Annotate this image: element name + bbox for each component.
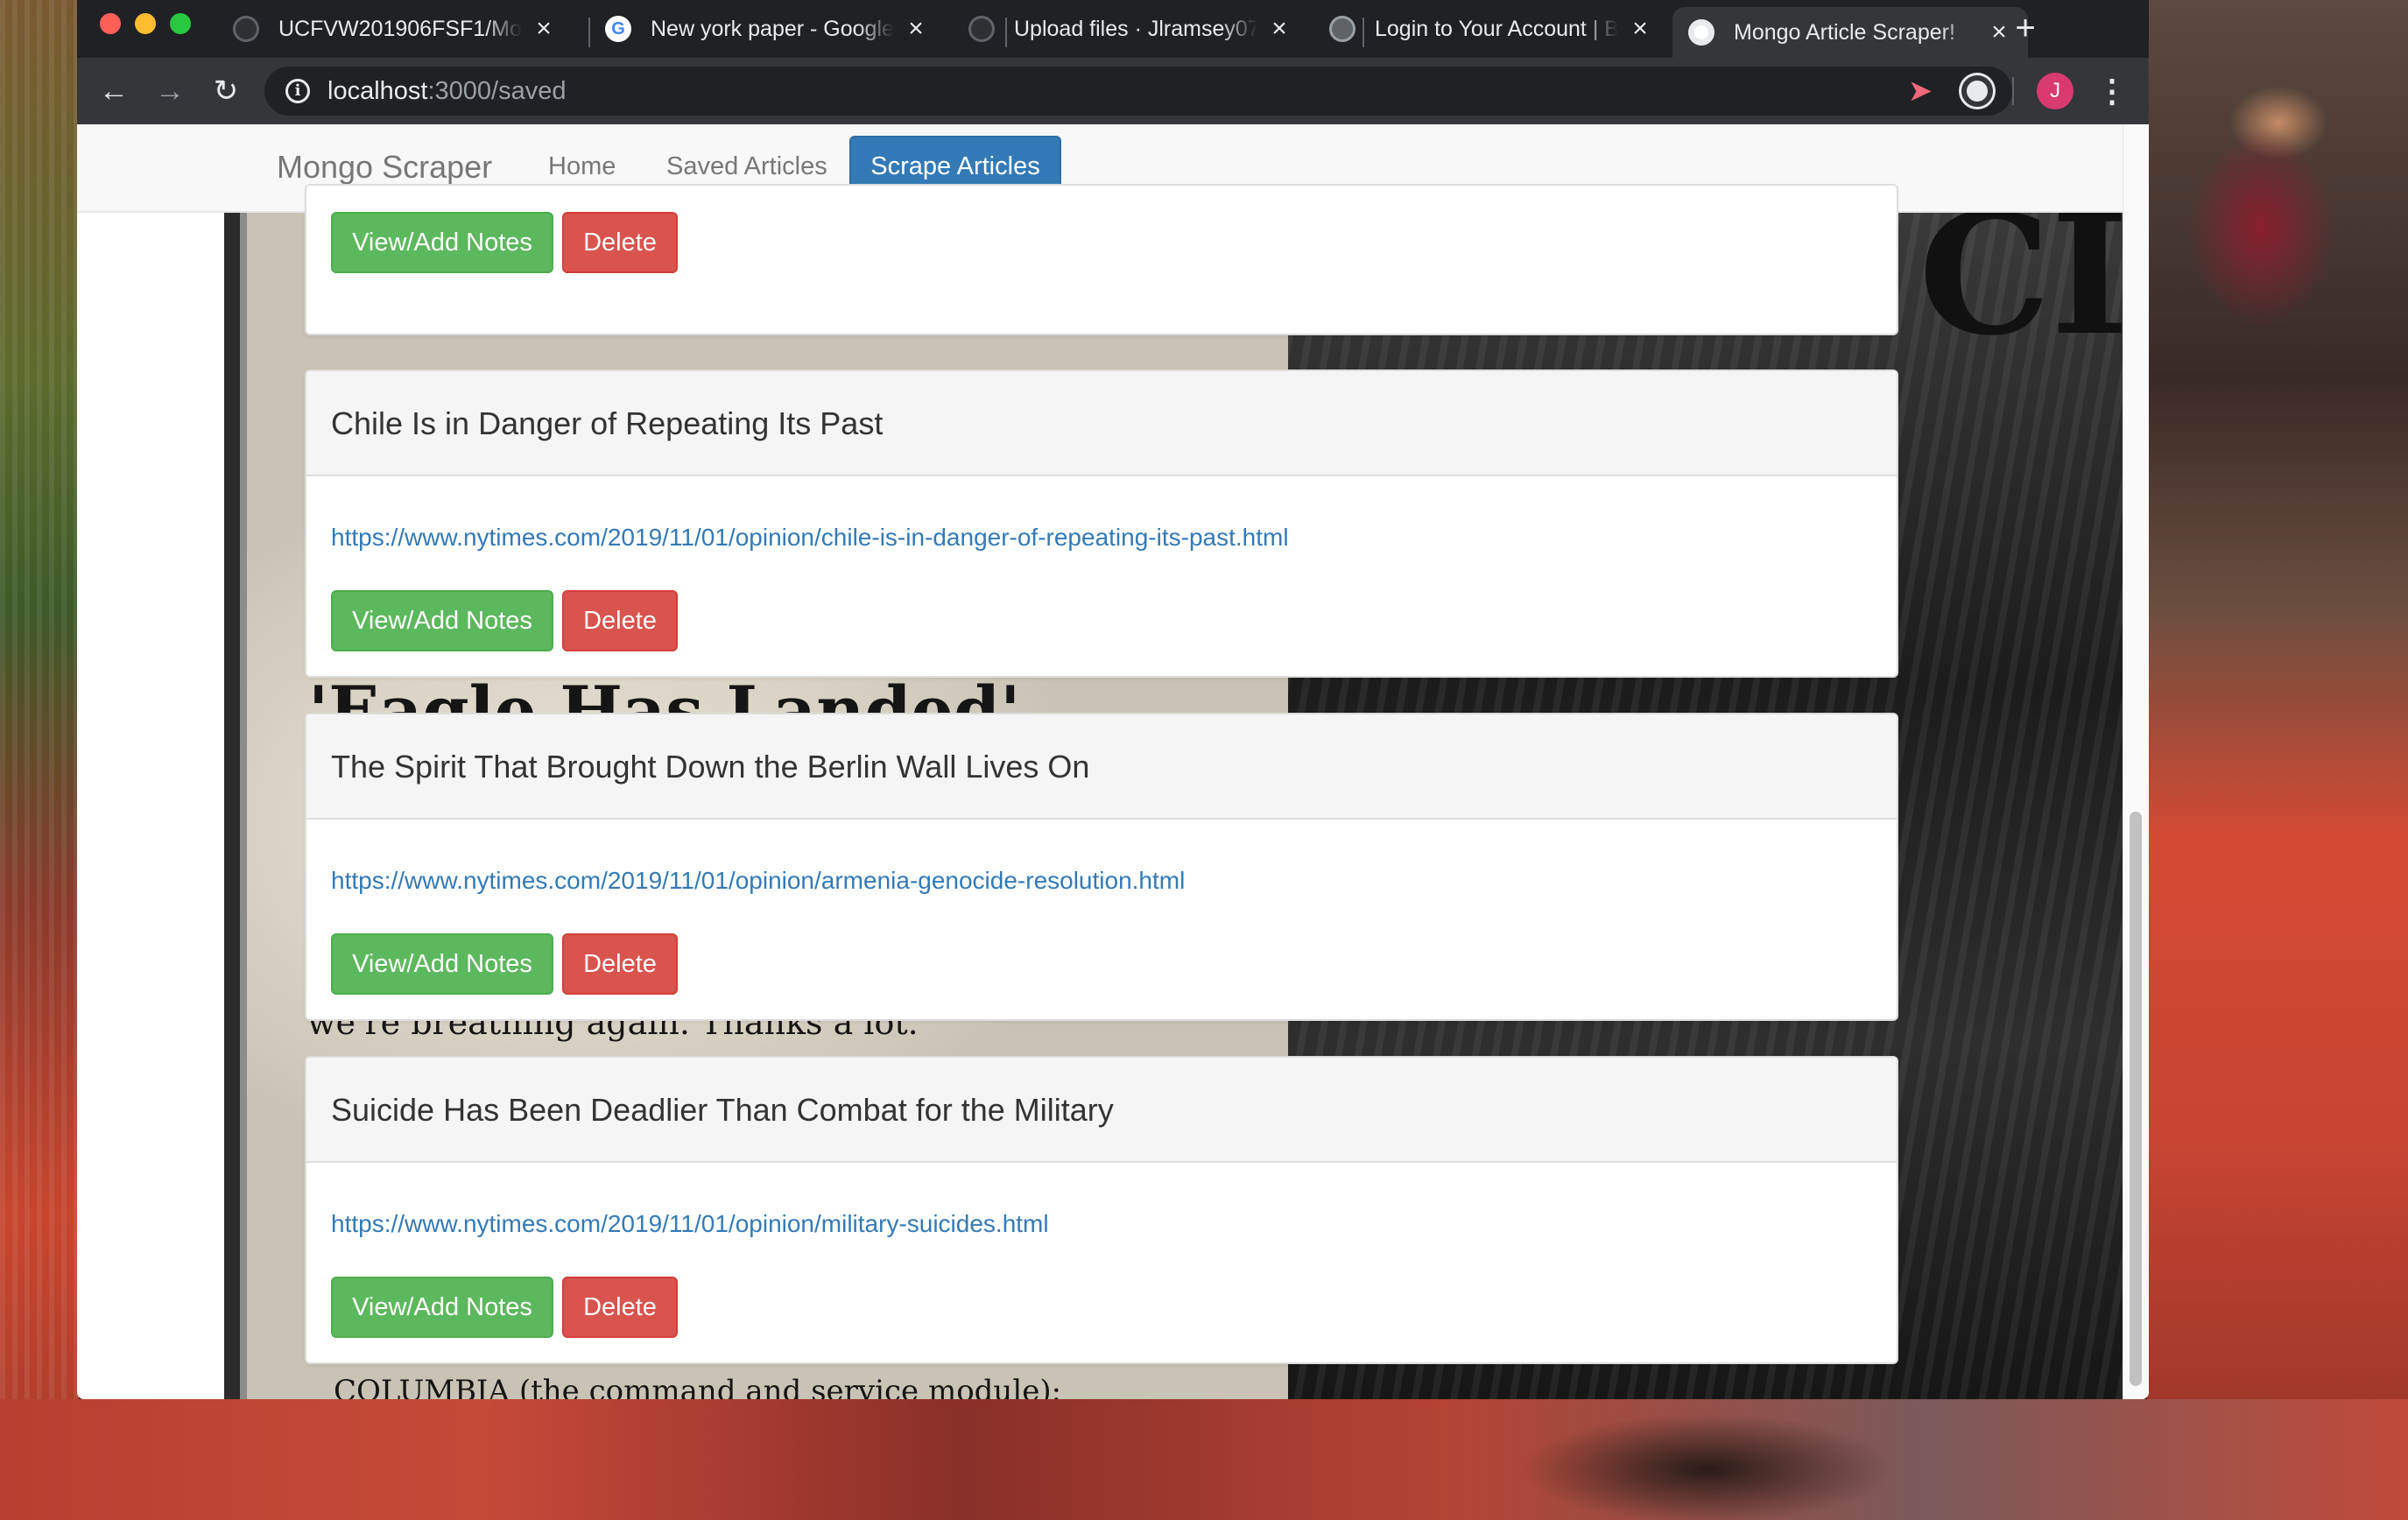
tab-strip: UCFVW201906FSF1/Mongo × G New york paper… — [77, 0, 2149, 58]
desktop-wallpaper-right — [2147, 0, 2408, 1520]
article-card-body: https://www.nytimes.com/2019/11/01/opini… — [306, 1163, 1897, 1362]
article-card-body: https://www.nytimes.com/2019/11/01/opini… — [306, 820, 1897, 1019]
browser-tab[interactable]: Login to Your Account | B × — [1313, 7, 1669, 51]
brand-logo[interactable]: Mongo Scraper — [277, 149, 492, 186]
article-card-body: https://www.nytimes.com/2019/11/01/opini… — [306, 476, 1897, 676]
article-card: Suicide Has Been Deadlier Than Combat fo… — [305, 1056, 1898, 1364]
article-title: Chile Is in Danger of Repeating Its Past — [306, 371, 1897, 476]
info-icon[interactable]: i — [285, 79, 310, 103]
maximize-window-button[interactable] — [170, 13, 191, 34]
close-tab-icon[interactable]: × — [531, 16, 557, 42]
desktop-wallpaper-left — [0, 0, 79, 1520]
close-tab-icon[interactable]: × — [1627, 16, 1653, 42]
close-tab-icon[interactable]: × — [1266, 16, 1292, 42]
delete-button[interactable]: Delete — [562, 590, 678, 651]
delete-button[interactable]: Delete — [562, 933, 678, 995]
view-add-notes-button[interactable]: View/Add Notes — [331, 933, 553, 995]
browser-window: UCFVW201906FSF1/Mongo × G New york paper… — [77, 0, 2149, 1399]
article-link[interactable]: https://www.nytimes.com/2019/11/01/opini… — [331, 1210, 1049, 1238]
chrome-icon — [1688, 19, 1714, 46]
article-card: Chile Is in Danger of Repeating Its Past… — [305, 369, 1898, 678]
github-icon — [233, 16, 259, 42]
tab-label: Mongo Article Scraper! — [1734, 19, 1955, 45]
profile-avatar[interactable]: J — [2037, 73, 2074, 109]
page-viewport: CI 'Eagle Has Landed' we're breathing ag… — [77, 124, 2149, 1399]
close-window-button[interactable] — [100, 13, 121, 34]
close-tab-icon[interactable]: × — [903, 16, 929, 42]
reload-icon[interactable]: ↻ — [207, 72, 245, 110]
tab-label: UCFVW201906FSF1/Mongo — [278, 16, 522, 41]
tab-label: Login to Your Account | B — [1375, 16, 1618, 41]
globe-icon — [1329, 16, 1355, 42]
desktop-wallpaper-bottom — [0, 1399, 2408, 1520]
view-add-notes-button[interactable]: View/Add Notes — [331, 212, 553, 273]
article-link[interactable]: https://www.nytimes.com/2019/11/01/opini… — [331, 524, 1289, 552]
delete-button[interactable]: Delete — [562, 1277, 678, 1338]
article-card-body: View/Add Notes Delete — [306, 186, 1897, 334]
back-icon[interactable]: ← — [95, 72, 133, 110]
extension-icon[interactable]: ➤ — [1905, 75, 1936, 107]
menu-kebab-icon[interactable]: ⋮ — [2096, 70, 2128, 112]
browser-toolbar: ← → ↻ i localhost:3000/saved ☆ ➤ J ⋮ — [77, 58, 2149, 124]
tab-label: Upload files · Jlramsey07/ — [1014, 16, 1257, 41]
extension-circle-icon[interactable] — [1961, 75, 1993, 107]
url-text: localhost:3000/saved — [327, 76, 567, 105]
article-card: View/Add Notes Delete — [305, 184, 1898, 335]
minimize-window-button[interactable] — [135, 13, 156, 34]
nav-home[interactable]: Home — [548, 152, 616, 181]
new-tab-icon[interactable]: + — [2008, 11, 2043, 46]
delete-button[interactable]: Delete — [562, 212, 678, 273]
article-title: The Spirit That Brought Down the Berlin … — [306, 714, 1897, 820]
nav-saved-articles[interactable]: Saved Articles — [666, 152, 827, 181]
article-card: The Spirit That Brought Down the Berlin … — [305, 713, 1898, 1021]
browser-tab[interactable]: Upload files · Jlramsey07/ × — [953, 7, 1308, 51]
github-icon — [968, 16, 995, 42]
article-title: Suicide Has Been Deadlier Than Combat fo… — [306, 1058, 1897, 1163]
view-add-notes-button[interactable]: View/Add Notes — [331, 1277, 553, 1338]
toolbar-separator — [2012, 77, 2014, 105]
view-add-notes-button[interactable]: View/Add Notes — [331, 590, 553, 651]
tab-label: New york paper - Google — [651, 16, 894, 41]
address-bar[interactable]: i localhost:3000/saved ☆ — [264, 67, 2012, 116]
browser-tab[interactable]: UCFVW201906FSF1/Mongo × — [217, 7, 573, 51]
google-icon: G — [605, 16, 631, 42]
scrollbar-thumb[interactable] — [2130, 812, 2142, 1386]
article-link[interactable]: https://www.nytimes.com/2019/11/01/opini… — [331, 867, 1185, 895]
background-text-fragment: COLUMBIA (the command and service module… — [334, 1374, 1062, 1399]
browser-tab[interactable]: G New york paper - Google × — [589, 7, 945, 51]
forward-icon[interactable]: → — [151, 72, 189, 110]
browser-tab-active[interactable]: Mongo Article Scraper! × — [1672, 7, 2028, 58]
